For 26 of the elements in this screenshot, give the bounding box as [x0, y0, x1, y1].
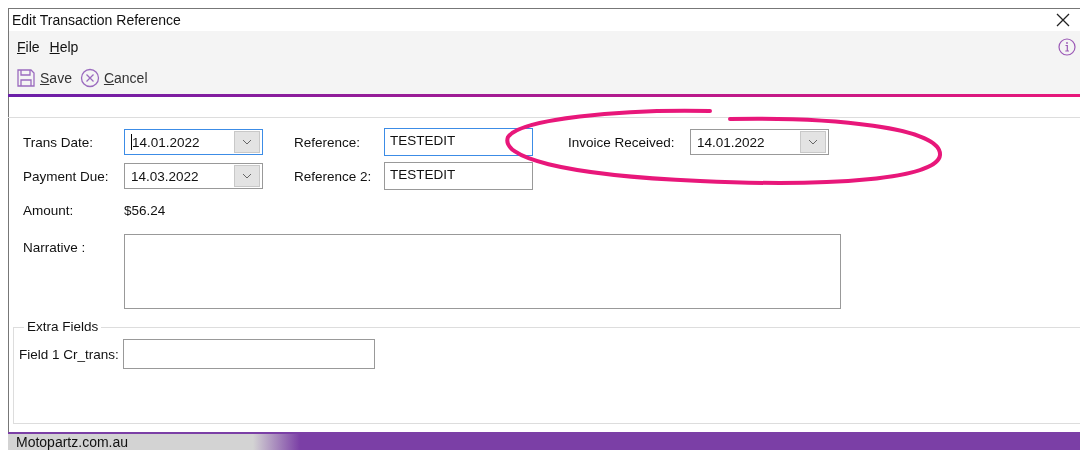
- field-label: Trans Date:: [22, 134, 95, 150]
- menu-item[interactable]: Help: [49, 38, 79, 55]
- narrative-field[interactable]: [124, 234, 841, 309]
- cancel-button[interactable]: Cancel: [77, 68, 150, 89]
- info-icon[interactable]: [1058, 37, 1076, 56]
- close-circle-icon: [79, 68, 100, 89]
- reference-field[interactable]: TESTEDIT: [384, 128, 533, 156]
- field-label: Narrative :: [22, 239, 87, 255]
- group-title: Extra Fields: [24, 319, 102, 334]
- close-icon[interactable]: [1056, 13, 1070, 27]
- save-button[interactable]: Save: [14, 68, 74, 89]
- field-label: Invoice Received:: [568, 134, 676, 150]
- field-label: Payment Due:: [22, 168, 110, 184]
- field-label: Reference:: [294, 134, 362, 150]
- date-dropdown[interactable]: 14.01.2022: [690, 129, 829, 155]
- field-label: Field 1 Cr_trans:: [19, 346, 119, 362]
- field-label: Amount:: [22, 202, 75, 218]
- date-dropdown[interactable]: 14.03.2022: [124, 163, 263, 189]
- menu-item[interactable]: File: [17, 38, 40, 55]
- input-field[interactable]: [122, 339, 375, 369]
- field-label: Reference 2:: [294, 168, 373, 184]
- reference-field[interactable]: TESTEDIT: [384, 162, 533, 190]
- status-text: Motopartz.com.au: [16, 434, 129, 450]
- window-title: Edit Transaction Reference: [12, 12, 181, 28]
- amount-value: $56.24: [124, 202, 166, 218]
- date-dropdown[interactable]: 14.01.2022: [124, 129, 263, 155]
